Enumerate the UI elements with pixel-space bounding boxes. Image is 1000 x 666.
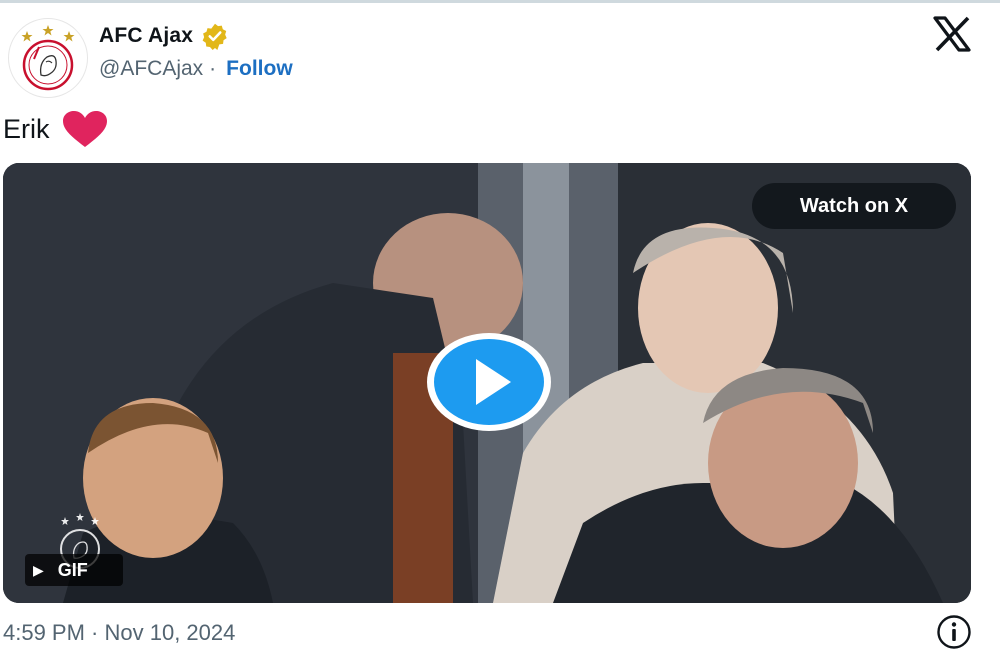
tweet-text: Erik	[3, 110, 108, 148]
watch-on-x-button[interactable]: Watch on X	[752, 183, 956, 229]
follow-button[interactable]: Follow	[226, 57, 293, 81]
x-logo-icon[interactable]	[932, 16, 972, 52]
gif-label: GIF	[57, 559, 88, 580]
tweet-timestamp[interactable]: 4:59 PM · Nov 10, 2024	[3, 620, 235, 646]
info-icon[interactable]	[936, 614, 972, 650]
tweet-body: Erik	[3, 113, 50, 144]
heart-emoji-icon	[62, 111, 107, 147]
author-handle[interactable]: @AFCAjax	[99, 57, 203, 81]
verified-badge-icon	[202, 23, 227, 50]
top-border	[0, 0, 1000, 3]
separator-dot: ·	[209, 57, 217, 80]
author-display-name[interactable]: AFC Ajax	[99, 24, 193, 48]
play-button-icon[interactable]	[425, 331, 553, 433]
gif-play-icon: ▶	[33, 561, 44, 578]
video-media[interactable]: Watch on X ▶ GIF	[3, 163, 971, 603]
ajax-crest-icon	[21, 25, 75, 91]
ajax-logo-avatar[interactable]	[8, 18, 88, 98]
gif-badge[interactable]: ▶ GIF	[25, 554, 123, 586]
